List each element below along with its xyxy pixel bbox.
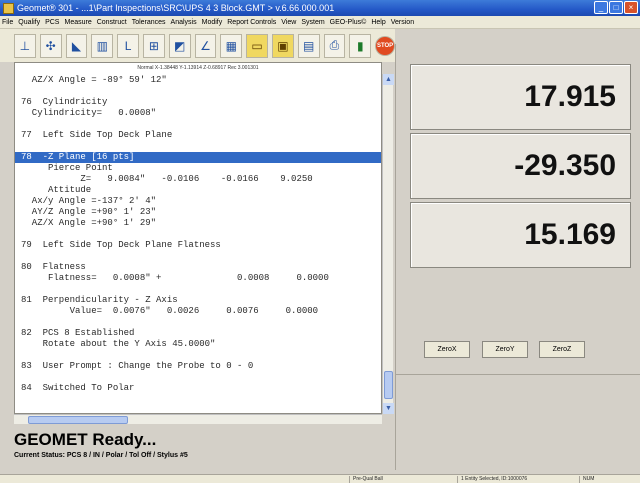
normal-readout: Normal X-1.38448 Y-1.13914 Z-0.68917 Rec…	[137, 65, 259, 71]
menu-file[interactable]: File	[2, 19, 13, 26]
menu-version[interactable]: Version	[391, 19, 414, 26]
plane-icon[interactable]: ◩	[168, 33, 191, 58]
report-line[interactable]: 77 Left Side Top Deck Plane	[15, 130, 381, 141]
save-icon[interactable]: ▤	[297, 33, 320, 58]
menu-tolerances[interactable]: Tolerances	[132, 19, 166, 26]
zero-y-button[interactable]: ZeroY	[482, 341, 528, 358]
window-title: Geomet® 301 - ...1\Part Inspections\SRC\…	[17, 3, 335, 13]
report-line[interactable]	[15, 119, 381, 130]
status-area: GEOMET Ready... Current Status: PCS 8 / …	[14, 424, 395, 474]
report-line[interactable]: Z= 9.0084" -0.0106 -0.0166 9.0250	[15, 174, 381, 185]
probe-icon[interactable]: ✣	[39, 33, 62, 58]
stats-icon[interactable]: ▮	[349, 33, 372, 58]
menu-qualify[interactable]: Qualify	[18, 19, 40, 26]
report-line[interactable]: 80 Flatness	[15, 262, 381, 273]
chart-icon[interactable]: ▥	[91, 33, 114, 58]
report-line[interactable]	[15, 86, 381, 97]
scroll-down-icon[interactable]: ▼	[383, 403, 394, 414]
axis-icon[interactable]: ⊥	[14, 33, 36, 58]
statusbar-selection: 1 Entity Selected, ID:1000076	[457, 476, 579, 483]
statusbar-num: NUM	[579, 476, 611, 483]
report-line[interactable]: 79 Left Side Top Deck Plane Flatness	[15, 240, 381, 251]
dro-x-readout: 17.915	[410, 64, 631, 130]
construct-icon[interactable]: ⊞	[142, 33, 165, 58]
stop-icon[interactable]: STOP	[375, 35, 395, 56]
report-line[interactable]: Pierce Point	[15, 163, 381, 174]
report-line[interactable]: 76 Cylindricity	[15, 97, 381, 108]
menu-report-controls[interactable]: Report Controls	[227, 19, 276, 26]
report-line[interactable]: AY/Z Angle =+90° 1' 23"	[15, 207, 381, 218]
angle-icon[interactable]: ∠	[194, 33, 217, 58]
report-line[interactable]: Attitude	[15, 185, 381, 196]
report-line[interactable]	[15, 284, 381, 295]
dro-y-readout: -29.350	[410, 133, 631, 199]
report-horizontal-scrollbar[interactable]	[14, 414, 382, 424]
zero-z-button[interactable]: ZeroZ	[539, 341, 585, 358]
dro-panel: 17.915 -29.350 15.169 ZeroX ZeroY ZeroZ	[395, 44, 640, 470]
report-line[interactable]: 82 PCS 8 Established	[15, 328, 381, 339]
report-line[interactable]: AZ/X Angle = -89° 59' 12"	[15, 75, 381, 86]
scroll-up-icon[interactable]: ▲	[383, 74, 394, 85]
scroll-thumb[interactable]	[384, 371, 393, 399]
statusbar-mode: Pre-Qual Ball	[349, 476, 457, 483]
report-line[interactable]: AZ/X Angle =+90° 1' 29"	[15, 218, 381, 229]
ready-message: GEOMET Ready...	[14, 430, 157, 449]
menu-analysis[interactable]: Analysis	[171, 19, 197, 26]
app-icon	[3, 2, 14, 14]
minimize-button[interactable]: _	[594, 1, 608, 14]
report-icon[interactable]: ▦	[220, 33, 243, 58]
report-line[interactable]: Cylindricity= 0.0008"	[15, 108, 381, 119]
report-line[interactable]: Ax/y Angle =-137° 2' 4"	[15, 196, 381, 207]
hscroll-thumb[interactable]	[28, 416, 128, 424]
print-icon[interactable]: ⎙	[323, 33, 346, 58]
report-line[interactable]: 81 Perpendicularity - Z Axis	[15, 295, 381, 306]
menu-system[interactable]: System	[301, 19, 324, 26]
report-line[interactable]	[15, 251, 381, 262]
menu-pcs[interactable]: PCS	[45, 19, 59, 26]
menu-bar: File Qualify PCS Measure Construct Toler…	[0, 16, 640, 29]
report-line[interactable]	[15, 350, 381, 361]
title-bar: Geomet® 301 - ...1\Part Inspections\SRC\…	[0, 0, 640, 16]
status-bar: Pre-Qual Ball 1 Entity Selected, ID:1000…	[0, 474, 640, 483]
menu-modify[interactable]: Modify	[202, 19, 223, 26]
menu-view[interactable]: View	[281, 19, 296, 26]
current-status: Current Status: PCS 8 / IN / Polar / Tol…	[14, 452, 188, 459]
report-line[interactable]: 78 -Z Plane [16 pts]	[15, 152, 381, 163]
menu-measure[interactable]: Measure	[64, 19, 91, 26]
dro-z-readout: 15.169	[410, 202, 631, 268]
zero-x-button[interactable]: ZeroX	[424, 341, 470, 358]
report-line[interactable]: 83 User Prompt : Change the Probe to 0 -…	[15, 361, 381, 372]
report-line[interactable]: 84 Switched To Polar	[15, 383, 381, 394]
window-controls: _ □ ×	[594, 1, 638, 14]
report-line[interactable]	[15, 317, 381, 328]
close-button[interactable]: ×	[624, 1, 638, 14]
report-line[interactable]	[15, 229, 381, 240]
report-pane[interactable]: Normal X-1.38448 Y-1.13914 Z-0.68917 Rec…	[14, 62, 382, 414]
report-line[interactable]: Rotate about the Y Axis 45.0000"	[15, 339, 381, 350]
tolerance-icon[interactable]: L	[117, 33, 139, 58]
toolbar: ⊥ ✣ ◣ ▥ L ⊞ ◩ ∠ ▦ ▭ ▣ ▤ ⎙ ▮ STOP	[0, 29, 395, 62]
divider	[396, 374, 640, 375]
report-line[interactable]: Flatness= 0.0008" + 0.0008 0.0000	[15, 273, 381, 284]
report-line[interactable]	[15, 372, 381, 383]
report-vertical-scrollbar[interactable]: ▲ ▼	[382, 74, 394, 414]
maximize-button[interactable]: □	[609, 1, 623, 14]
folder-icon[interactable]: ▣	[271, 33, 294, 58]
menu-geo-plus[interactable]: GEO-Plus©	[330, 19, 367, 26]
menu-construct[interactable]: Construct	[97, 19, 127, 26]
menu-help[interactable]: Help	[371, 19, 385, 26]
folder-open-icon[interactable]: ▭	[246, 33, 268, 58]
report-line[interactable]: Value= 0.0076" 0.0026 0.0076 0.0000	[15, 306, 381, 317]
measure-icon[interactable]: ◣	[65, 33, 88, 58]
report-line[interactable]	[15, 141, 381, 152]
